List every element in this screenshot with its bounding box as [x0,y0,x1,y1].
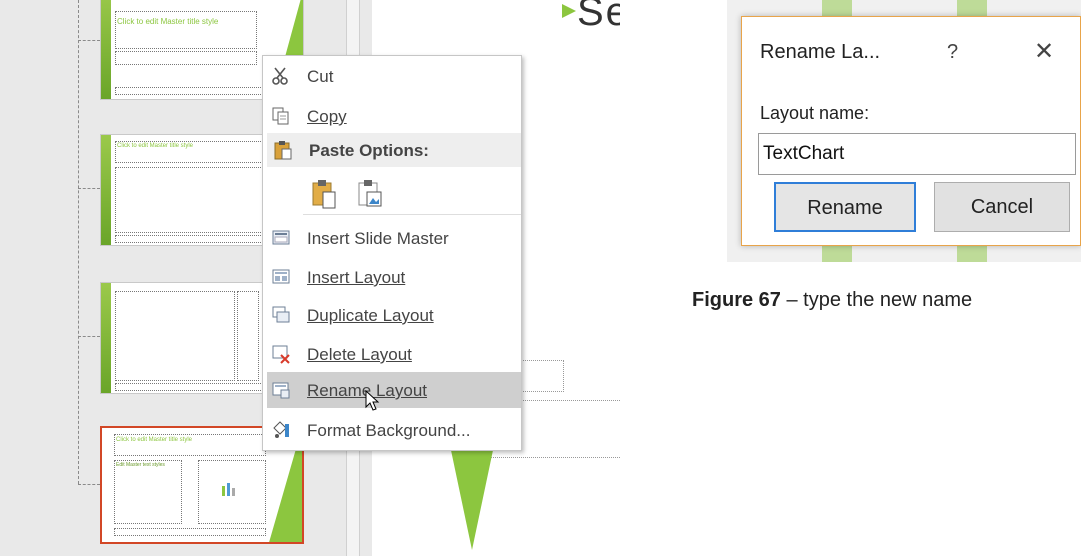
menu-item-duplicate-layout[interactable]: Duplicate Layout [263,297,521,333]
thumbnail-text: Edit Master text styles [116,462,165,468]
thumbnail-accent [101,135,111,245]
thumbnail-title: Click to edit Master title style [117,17,219,26]
menu-item-cut[interactable]: Cut [263,58,521,94]
menu-item-copy[interactable]: Copy [263,98,521,134]
help-button[interactable]: ? [947,41,958,64]
delete-layout-icon [271,344,291,364]
chart-bar [222,486,225,496]
tree-connector [78,484,100,485]
cancel-button[interactable]: Cancel [934,182,1070,232]
close-button[interactable]: ✕ [1034,37,1054,66]
copy-icon [271,106,291,126]
paste-options-label: Paste Options: [309,141,429,160]
scissors-icon [271,66,291,86]
powerpoint-slide-master-screenshot: Click to edit Master title style Click t… [0,0,620,556]
footer-placeholder [115,383,277,391]
format-background-icon [271,420,291,440]
menu-item-label: Copy [307,107,347,126]
thumbnail-accent [101,283,111,393]
menu-item-delete-layout[interactable]: Delete Layout [263,336,521,372]
footer-placeholder [115,235,277,243]
slide-accent [562,4,576,18]
rename-dialog-screenshot: Rename La... ? ✕ Layout name: Rename Can… [727,0,1081,262]
chart-bar [232,488,235,496]
thumbnail-title: Click to edit Master title style [117,143,194,149]
tree-connector [78,188,100,189]
rename-layout-icon [271,380,291,400]
figure-caption-text: – type the new name [786,289,973,311]
slide-title-partial: Se [577,0,620,34]
menu-item-label: Duplicate Layout [307,306,434,325]
figure-number: Figure 67 [692,289,781,311]
menu-item-label: Cut [307,67,334,86]
footer-placeholder [115,87,277,95]
tree-connector [78,40,100,41]
subtitle-placeholder [115,51,257,65]
insert-layout-icon [271,267,291,287]
figure-caption: Figure 67 – type the new name [692,289,972,312]
tree-connector [78,0,79,484]
menu-item-format-background[interactable]: Format Background... [263,412,521,448]
menu-item-insert-slide-master[interactable]: Insert Slide Master [263,220,521,256]
layout-name-input[interactable] [758,133,1076,175]
menu-item-rename-layout[interactable]: Rename Layout [267,372,521,411]
paste-picture-icon[interactable] [357,178,385,210]
context-menu: Cut Copy Paste Options: Insert Slide Mas… [262,55,522,451]
thumbnail-accent [101,0,111,99]
menu-item-label: Insert Slide Master [307,229,449,248]
paste-options-header: Paste Options: [267,133,521,167]
rename-button[interactable]: Rename [774,182,916,232]
content-placeholder [115,167,267,233]
menu-divider [303,214,521,215]
menu-item-label: Delete Layout [307,345,412,364]
menu-item-insert-layout[interactable]: Insert Layout [263,259,521,295]
tree-connector [78,336,100,337]
thumbnail-title: Click to edit Master title style [116,437,193,443]
chart-bar [227,483,230,496]
paste-keep-formatting-icon[interactable] [311,178,339,210]
content-placeholder [115,291,235,381]
insert-slide-master-icon [271,228,291,248]
rename-layout-dialog: Rename La... ? ✕ Layout name: Rename Can… [741,16,1081,246]
duplicate-layout-icon [271,305,291,325]
dialog-title: Rename La... [760,41,881,63]
footer-placeholder [114,528,266,536]
layout-name-label: Layout name: [760,103,870,123]
vertical-title-placeholder [237,291,259,381]
text-placeholder [114,460,182,524]
menu-item-label: Format Background... [307,421,471,440]
paste-icon [273,139,293,166]
menu-item-label: Insert Layout [307,268,406,287]
